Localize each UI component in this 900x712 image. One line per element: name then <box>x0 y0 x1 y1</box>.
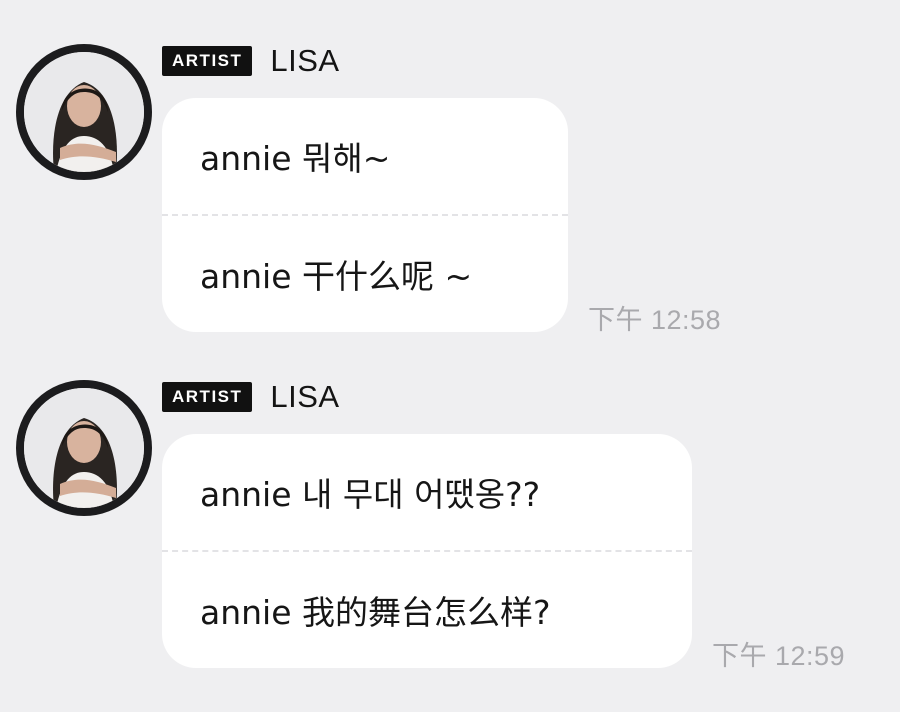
avatar[interactable] <box>16 380 152 516</box>
message-bubble[interactable]: annie 내 무대 어땠옹?? annie 我的舞台怎么样? <box>162 434 692 668</box>
message-timestamp: 下午 12:59 <box>712 641 846 671</box>
profile-photo-icon <box>24 388 144 508</box>
sender-name[interactable]: LISA <box>270 379 339 415</box>
message-header: ARTIST LISA <box>162 379 340 415</box>
message-line-chinese: annie 我的舞台怎么样? <box>200 593 551 632</box>
message-group: ARTIST LISA annie 내 무대 어땠옹?? annie 我的舞台怎… <box>0 0 900 712</box>
artist-badge: ARTIST <box>162 382 253 412</box>
message-line-korean: annie 내 무대 어땠옹?? <box>200 475 541 514</box>
